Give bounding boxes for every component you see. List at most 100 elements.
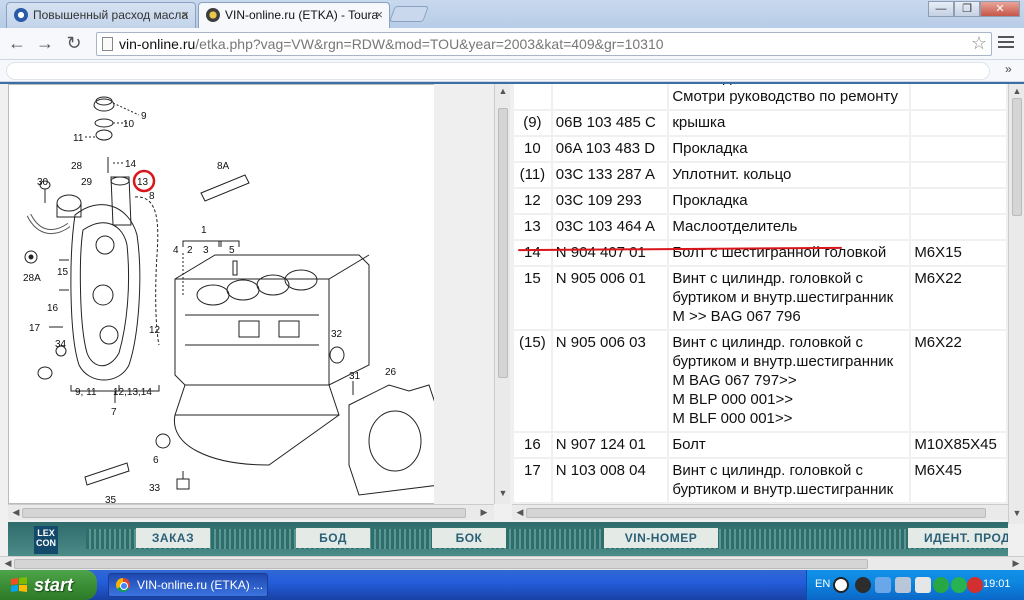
diagram-horizontal-scrollbar[interactable]: ◀ ▶ (8, 504, 494, 520)
part-number-cell: 03C 133 287 A (552, 163, 668, 187)
minimize-button[interactable]: — (928, 1, 954, 17)
address-bar[interactable]: vin-online.ru/etka.php?vag=VW&rgn=RDW&mo… (96, 32, 992, 56)
parts-diagram-frame: 9 10 11 14 13 8 28 29 30 8A 28A 1 4 2 3 … (8, 84, 494, 504)
back-button[interactable]: ← (6, 33, 28, 55)
chevron-right-icon[interactable]: » (1005, 62, 1012, 76)
taskbar-window-button[interactable]: VIN-online.ru (ETKA) ... (108, 573, 268, 597)
tab-etka[interactable]: VIN-online.ru (ETKA) - Toura × (198, 2, 390, 28)
parts-list-frame: только для: Смотри руководство по ремонт… (512, 84, 1008, 504)
menu-icon[interactable] (998, 36, 1014, 51)
diagram-vertical-scrollbar[interactable]: ▲ ▼ (494, 84, 510, 504)
bookmarks-field[interactable] (6, 62, 990, 80)
tab-forum[interactable]: Повышенный расход масла × (6, 2, 196, 28)
language-indicator[interactable]: EN (815, 578, 830, 590)
table-row[interactable]: 12 03C 109 293 Прокладка (514, 189, 1006, 213)
part-description-cell: Болт с шестигранной головкой (669, 241, 910, 265)
nav-ident-button[interactable]: ИДЕНТ. ПРОД (908, 528, 1008, 548)
scrollbar-thumb[interactable] (526, 508, 986, 518)
diagram-label: 11 (73, 133, 84, 144)
nav-vin-button[interactable]: VIN-НОМЕР (604, 528, 718, 548)
diagram-label: 33 (149, 483, 161, 494)
tray-arrow-icon[interactable] (875, 577, 891, 593)
new-tab-button[interactable] (389, 6, 429, 22)
nav-bod-button[interactable]: БОД (296, 528, 370, 548)
part-position-cell: (9) (514, 111, 551, 135)
nav-bok-button[interactable]: БОК (432, 528, 506, 548)
part-number-cell: 03C 109 293 (552, 189, 668, 213)
start-label: start (34, 575, 74, 595)
part-number-cell: N 905 006 01 (552, 267, 668, 329)
tab-title: Повышенный расход масла (33, 8, 189, 22)
table-row[interactable]: (9) 06B 103 485 Cкрышка (514, 111, 1006, 135)
table-row[interactable]: (15) N 905 006 03 Винт с цилиндр. головкой… (514, 331, 1006, 431)
page-icon (102, 37, 113, 51)
sun-favicon-icon (206, 8, 220, 22)
scroll-right-arrow-icon[interactable]: ▶ (1008, 558, 1024, 569)
diagram-label: 14 (125, 159, 137, 170)
close-window-button[interactable]: ✕ (980, 1, 1020, 17)
table-row[interactable]: 15 N 905 006 01 Винт с цилиндр. головкой с… (514, 267, 1006, 329)
table-row[interactable]: 13 03C 103 464 A Маслоотделитель (514, 215, 1006, 239)
diagram-label: 15 (57, 267, 69, 278)
restore-button[interactable]: ❐ (954, 1, 980, 17)
forward-button[interactable]: → (34, 33, 56, 55)
tray-app-icon[interactable] (855, 577, 871, 593)
part-position-cell (514, 84, 551, 109)
scrollbar-thumb[interactable] (14, 559, 868, 569)
parts-horizontal-scrollbar[interactable]: ◀ (512, 504, 1008, 520)
parts-vertical-scrollbar[interactable]: ▲ ▼ (1008, 84, 1024, 524)
part-description-cell: крышка (669, 111, 910, 135)
network-icon[interactable] (895, 577, 911, 593)
diagram-label: 5 (229, 245, 235, 256)
tray-app-icon[interactable] (933, 577, 949, 593)
reload-button[interactable]: ↻ (63, 33, 85, 55)
scroll-up-arrow-icon[interactable]: ▲ (1009, 86, 1024, 96)
scrollbar-thumb[interactable] (22, 508, 466, 518)
diagram-label: 7 (111, 407, 117, 418)
table-row[interactable]: 17 N 103 008 04 Винт с цилиндр. головкой с… (514, 459, 1006, 502)
part-description-cell: Маслоотделитель (669, 215, 910, 239)
table-row[interactable]: 16 N 907 124 01 Болт M10X85X45 (514, 433, 1006, 457)
diagram-label: 32 (331, 329, 343, 340)
close-tab-icon[interactable]: × (181, 3, 189, 27)
tray-app-icon[interactable] (951, 577, 967, 593)
nav-order-button[interactable]: ЗАКАЗ (136, 528, 210, 548)
part-description-cell: Прокладка (669, 137, 910, 161)
part-note-cell (911, 215, 1006, 239)
parts-table: только для: Смотри руководство по ремонт… (512, 84, 1008, 504)
diagram-label: 16 (47, 303, 59, 314)
page-content: 9 10 11 14 13 8 28 29 30 8A 28A 1 4 2 3 … (0, 84, 1024, 556)
volume-icon[interactable] (915, 577, 931, 593)
part-number-cell: N 103 008 04 (552, 459, 668, 502)
scroll-down-arrow-icon[interactable]: ▼ (1009, 508, 1024, 518)
close-tab-icon[interactable]: × (375, 3, 383, 27)
part-description-cell: Винт с цилиндр. головкой с буртиком и вн… (669, 459, 910, 502)
tab-strip: Повышенный расход масла × VIN-online.ru … (0, 0, 1024, 28)
engine-exploded-diagram[interactable]: 9 10 11 14 13 8 28 29 30 8A 28A 1 4 2 3 … (9, 85, 494, 504)
table-row[interactable]: 10 06A 103 483 D Прокладка (514, 137, 1006, 161)
part-description-cell: Болт (669, 433, 910, 457)
table-row[interactable]: только для: Смотри руководство по ремонт… (514, 84, 1006, 109)
page-horizontal-scrollbar[interactable]: ◀ ▶ (0, 556, 1024, 570)
table-row[interactable]: (11) 03C 133 287 A Уплотнит. кольцо (514, 163, 1006, 187)
scroll-up-arrow-icon[interactable]: ▲ (495, 86, 511, 96)
antivirus-icon[interactable] (967, 577, 983, 593)
part-note-cell: POS. 8 (911, 84, 1006, 109)
scrollbar-thumb[interactable] (1012, 98, 1022, 216)
diagram-label: 10 (123, 119, 135, 130)
scrollbar-thumb[interactable] (498, 108, 508, 378)
scroll-right-arrow-icon[interactable]: ▶ (476, 507, 492, 518)
start-button[interactable]: start (0, 570, 97, 600)
diagram-label: 9, 11 (75, 387, 97, 398)
table-row[interactable]: 14 N 904 407 01 Болт с шестигранной головк… (514, 241, 1006, 265)
part-position-cell: 16 (514, 433, 551, 457)
scroll-down-arrow-icon[interactable]: ▼ (495, 488, 511, 498)
part-note-cell (911, 189, 1006, 213)
bookmarks-bar: » (0, 60, 1024, 82)
clock[interactable]: 19:01 (983, 578, 1011, 590)
part-description-cell: только для: Смотри руководство по ремонт… (669, 84, 910, 109)
bookmark-star-icon[interactable]: ☆ (971, 32, 987, 54)
tray-app-icon[interactable] (833, 577, 849, 593)
diagram-label: 28A (23, 273, 41, 284)
part-description-cell: Винт с цилиндр. головкой с буртиком и вн… (669, 267, 910, 329)
